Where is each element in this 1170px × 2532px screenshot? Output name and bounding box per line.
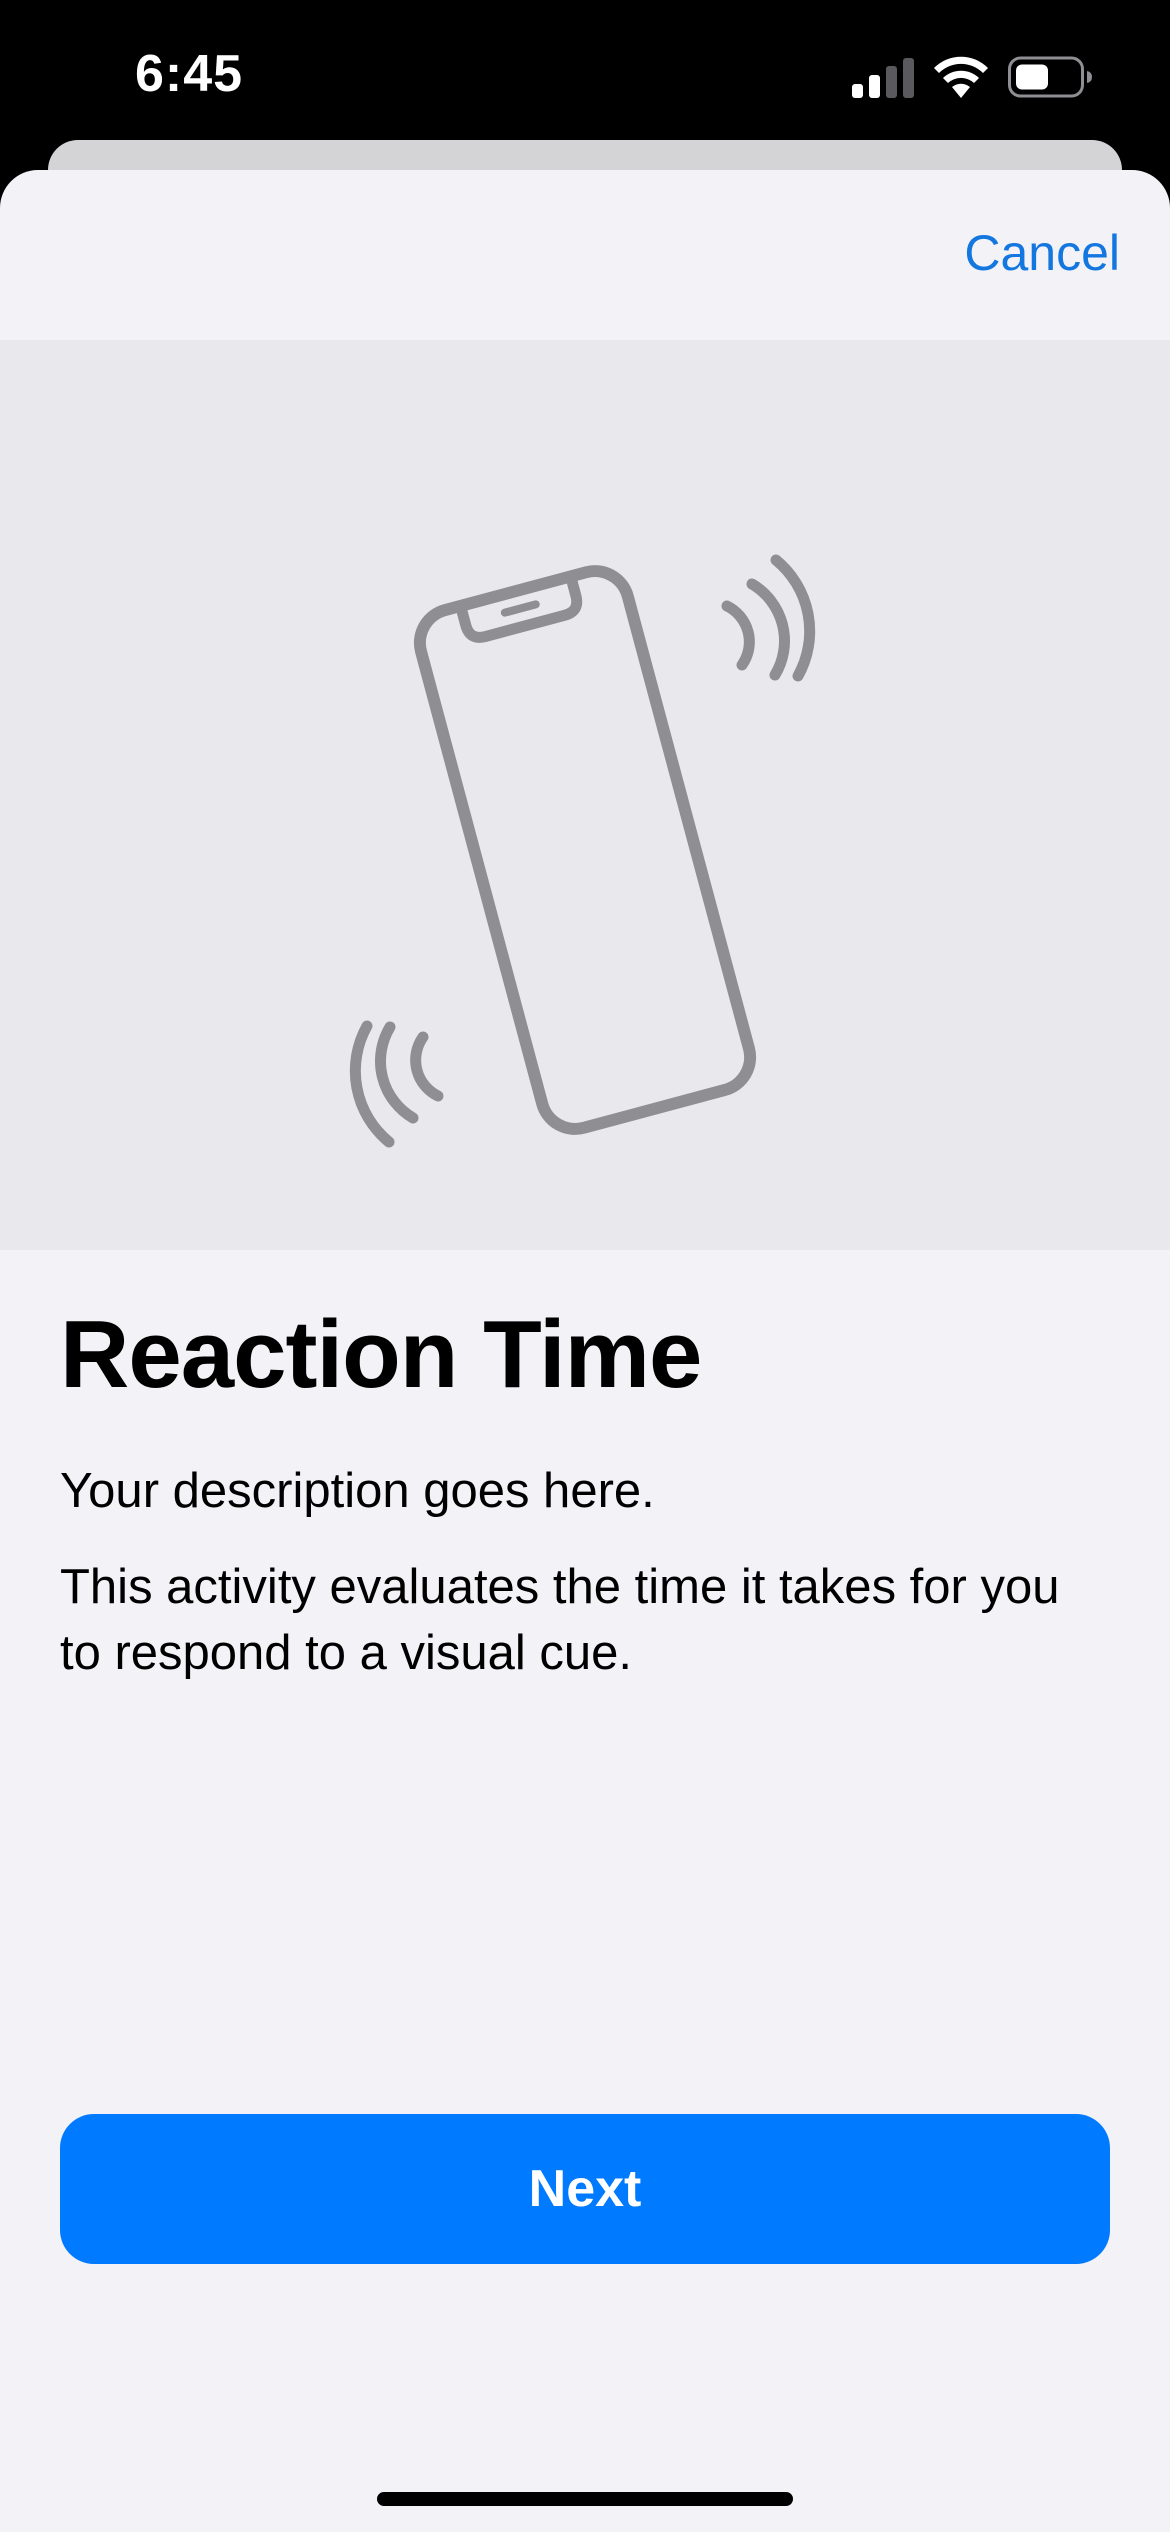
next-button[interactable]: Next [60,2114,1110,2264]
description-text: Your description goes here. [60,1464,655,1518]
activity-detail-text: This activity evaluates the time it take… [60,1560,1060,1680]
cellular-signal-icon [852,58,914,98]
navigation-bar: Cancel [0,170,1170,340]
phone-vibrating-icon [349,554,816,1148]
page-title: Reaction Time [60,1301,702,1408]
home-indicator [377,2492,793,2506]
wifi-icon [934,56,988,98]
instruction-illustration [0,340,1170,1250]
status-bar: 6:45 [0,0,1170,150]
battery-icon [1008,56,1092,98]
status-time: 6:45 [135,45,244,103]
modal-sheet: Cancel Reaction Time Your description go… [0,170,1170,2532]
cancel-button[interactable]: Cancel [964,224,1120,282]
